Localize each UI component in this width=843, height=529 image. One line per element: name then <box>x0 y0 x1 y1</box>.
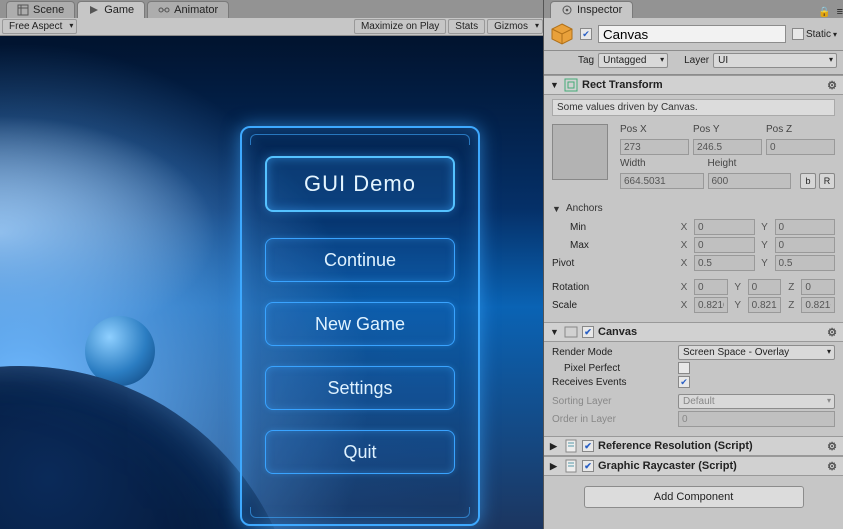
script-icon <box>564 459 578 473</box>
anchor-max-y[interactable] <box>775 237 836 253</box>
posy-field[interactable] <box>693 139 762 155</box>
anchor-preset[interactable] <box>552 124 608 180</box>
tab-inspector[interactable]: Inspector <box>550 1 633 18</box>
scl-y[interactable] <box>748 297 782 313</box>
rot-y[interactable] <box>748 279 782 295</box>
quit-button[interactable]: Quit <box>265 430 455 474</box>
pivot-x[interactable] <box>694 255 755 271</box>
lock-icon[interactable]: 🔒 <box>814 7 834 18</box>
scl-x[interactable] <box>694 297 728 313</box>
tab-game[interactable]: Game <box>77 1 145 18</box>
inspector-tabs: Inspector 🔒 ≡ <box>544 0 843 18</box>
tag-dropdown[interactable]: Untagged <box>598 53 668 68</box>
posx-field[interactable] <box>620 139 689 155</box>
gizmos-dropdown[interactable]: Gizmos <box>487 19 543 34</box>
continue-button[interactable]: Continue <box>265 238 455 282</box>
aspect-dropdown[interactable]: Free Aspect <box>2 19 77 34</box>
gear-icon[interactable]: ⚙ <box>827 326 837 339</box>
rot-z[interactable] <box>801 279 835 295</box>
game-toolbar: Free Aspect Maximize on Play Stats Gizmo… <box>0 18 543 36</box>
inspector-icon <box>561 4 573 16</box>
inspector-header: ✔ Static ▾ <box>544 18 843 51</box>
blueprint-button[interactable]: b <box>800 173 816 189</box>
canvas-icon <box>564 325 578 339</box>
fold-icon: ▼ <box>550 80 560 90</box>
tab-label: Animator <box>174 4 218 16</box>
gui-panel: GUI Demo Continue New Game Settings Quit <box>240 126 480 526</box>
settings-button[interactable]: Settings <box>265 366 455 410</box>
order-field <box>678 411 835 427</box>
script-icon <box>564 439 578 453</box>
gameobject-icon <box>550 22 574 46</box>
object-name-field[interactable] <box>598 25 786 43</box>
pivot-y[interactable] <box>775 255 836 271</box>
pixel-perfect-checkbox[interactable] <box>678 362 690 374</box>
width-field[interactable] <box>620 173 704 189</box>
gui-title: GUI Demo <box>265 156 455 212</box>
tab-scene[interactable]: Scene <box>6 1 75 18</box>
tab-label: Inspector <box>577 4 622 16</box>
raycaster-enabled-checkbox[interactable]: ✔ <box>582 460 594 472</box>
add-component-button[interactable]: Add Component <box>584 486 804 508</box>
anchors-section[interactable]: ▼Anchors <box>544 201 843 216</box>
tab-animator[interactable]: Animator <box>147 1 229 18</box>
ref-res-enabled-checkbox[interactable]: ✔ <box>582 440 594 452</box>
sorting-layer-dropdown: Default <box>678 394 835 409</box>
gear-icon[interactable]: ⚙ <box>827 440 837 453</box>
gear-icon[interactable]: ⚙ <box>827 79 837 92</box>
rot-x[interactable] <box>694 279 728 295</box>
canvas-enabled-checkbox[interactable]: ✔ <box>582 326 594 338</box>
enabled-checkbox[interactable]: ✔ <box>580 28 592 40</box>
panel-menu-icon[interactable]: ≡ <box>837 6 843 18</box>
layer-label: Layer <box>684 55 709 66</box>
render-mode-dropdown[interactable]: Screen Space - Overlay <box>678 345 835 360</box>
graphic-raycaster-header[interactable]: ▶ ✔ Graphic Raycaster (Script) ⚙ <box>544 456 843 476</box>
anchor-max-x[interactable] <box>694 237 755 253</box>
anchor-min-x[interactable] <box>694 219 755 235</box>
game-icon <box>88 4 100 16</box>
gear-icon[interactable]: ⚙ <box>827 460 837 473</box>
tab-label: Game <box>104 4 134 16</box>
new-game-button[interactable]: New Game <box>265 302 455 346</box>
tab-label: Scene <box>33 4 64 16</box>
static-toggle[interactable]: Static ▾ <box>792 28 837 40</box>
layer-dropdown[interactable]: UI <box>713 53 837 68</box>
receives-events-checkbox[interactable]: ✔ <box>678 376 690 388</box>
height-field[interactable] <box>708 173 792 189</box>
rect-transform-note: Some values driven by Canvas. <box>552 99 835 116</box>
maximize-toggle[interactable]: Maximize on Play <box>354 19 446 34</box>
tag-layer-row: Tag Untagged Layer UI <box>544 51 843 75</box>
stats-toggle[interactable]: Stats <box>448 19 485 34</box>
posz-field[interactable] <box>766 139 835 155</box>
anchor-min-y[interactable] <box>775 219 836 235</box>
reference-resolution-header[interactable]: ▶ ✔ Reference Resolution (Script) ⚙ <box>544 436 843 456</box>
left-tabs: Scene Game Animator <box>0 0 543 18</box>
scl-z[interactable] <box>801 297 835 313</box>
animator-icon <box>158 4 170 16</box>
rect-transform-icon <box>564 78 578 92</box>
raw-edit-button[interactable]: R <box>819 173 835 189</box>
scene-icon <box>17 4 29 16</box>
game-viewport: GUI Demo Continue New Game Settings Quit <box>0 36 543 529</box>
tag-label: Tag <box>578 55 594 66</box>
rect-transform-header[interactable]: ▼ Rect Transform ⚙ <box>544 75 843 95</box>
canvas-component-header[interactable]: ▼ ✔ Canvas ⚙ <box>544 322 843 342</box>
